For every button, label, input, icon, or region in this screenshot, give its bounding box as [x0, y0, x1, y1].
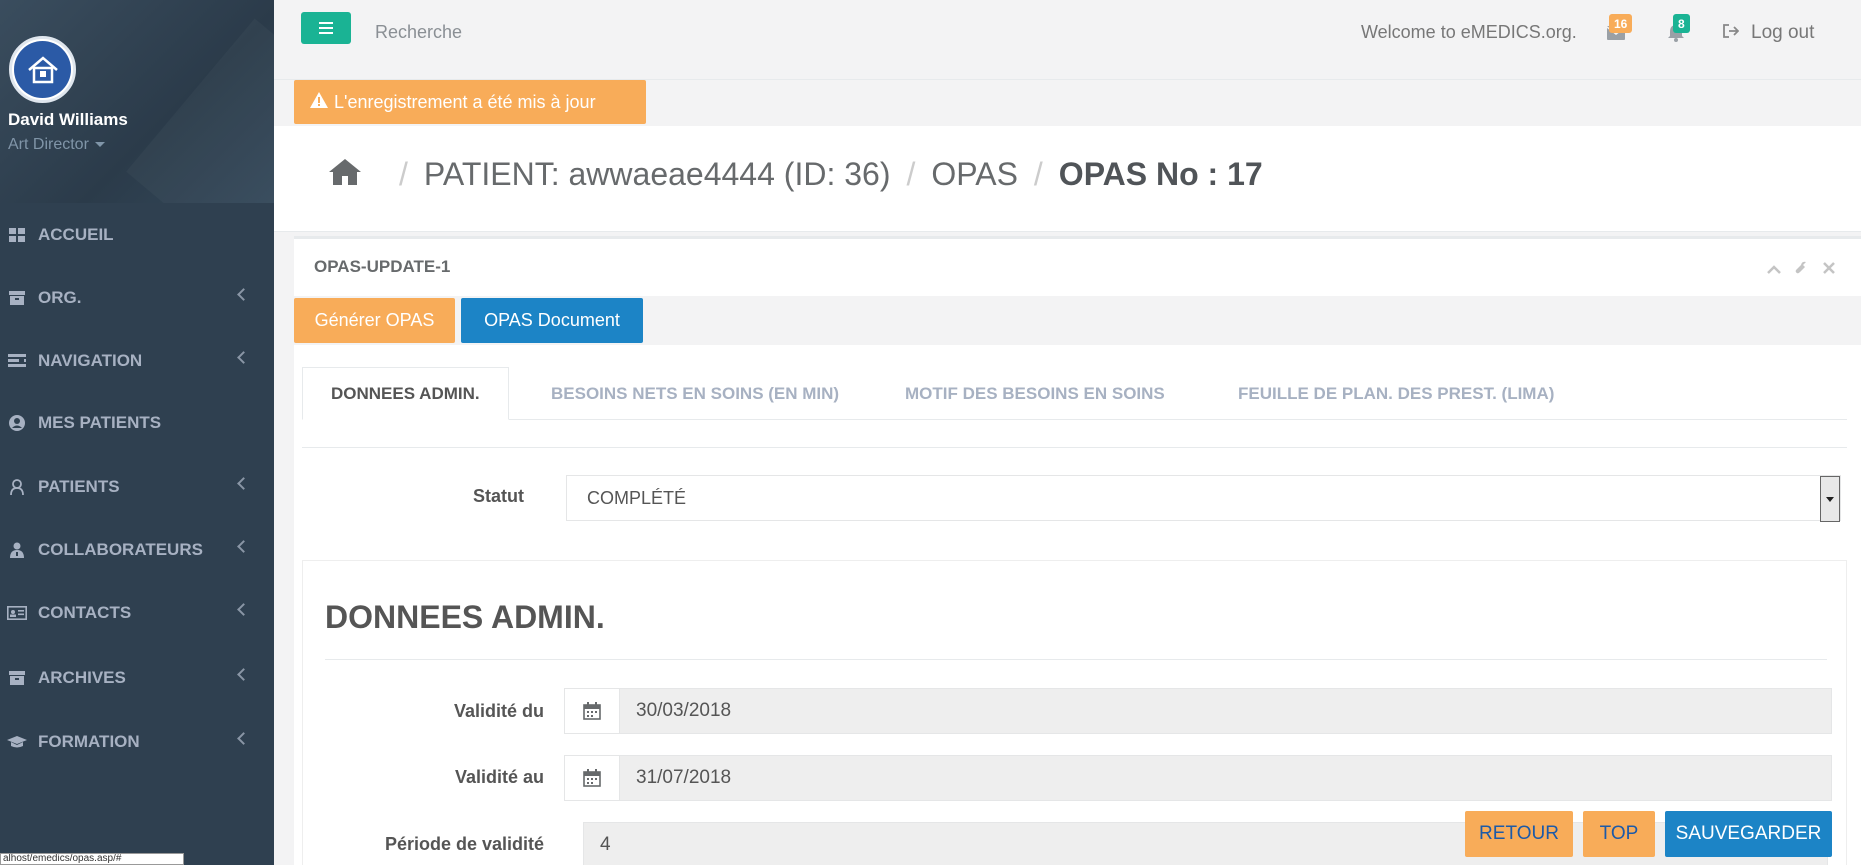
chevron-left-icon [237, 288, 250, 301]
breadcrumb-current: OPAS No : 17 [1058, 156, 1263, 192]
profile-role-dropdown[interactable]: Art Director [8, 136, 105, 154]
logout-label: Log out [1751, 22, 1815, 43]
bars-icon [319, 22, 333, 34]
generate-opas-button[interactable]: Générer OPAS [294, 298, 455, 343]
breadcrumb-separator: / [1033, 156, 1043, 192]
panel-header: OPAS-UPDATE-1 [294, 236, 1861, 296]
breadcrumb-separator: / [906, 156, 916, 192]
sidebar-item-formation[interactable]: FORMATION [0, 717, 274, 767]
divider [325, 659, 1827, 660]
status-select-value: COMPLÉTÉ [587, 487, 687, 508]
chevron-left-icon [237, 351, 250, 364]
house-logo-icon [27, 55, 58, 83]
logout-link[interactable]: Log out [1723, 22, 1814, 44]
chevron-left-icon [237, 603, 250, 616]
sidebar-item-navigation[interactable]: NAVIGATION [0, 336, 274, 386]
chevron-left-icon [237, 732, 250, 745]
chevron-left-icon [237, 477, 250, 490]
archive-icon [6, 671, 28, 685]
alert-text: L'enregistrement a été mis à jour [334, 91, 596, 112]
section-title: DONNEES ADMIN. [325, 599, 605, 635]
calendar-icon[interactable] [565, 756, 620, 800]
graduation-cap-icon [6, 735, 28, 749]
search-input[interactable]: Recherche [375, 22, 462, 43]
valid-from-label: Validité du [453, 701, 544, 721]
panel-title: OPAS-UPDATE-1 [314, 257, 451, 276]
valid-to-value[interactable]: 31/07/2018 [620, 756, 1831, 800]
valid-from-value[interactable]: 30/03/2018 [620, 689, 1831, 733]
home-icon[interactable] [329, 156, 361, 193]
sidebar-item-accueil[interactable]: ACCUEIL [0, 210, 274, 260]
breadcrumb-section[interactable]: OPAS [931, 156, 1018, 193]
sign-out-icon [1723, 22, 1740, 44]
breadcrumb-patient[interactable]: PATIENT: awwaeae4444 (ID: 36) [424, 156, 891, 193]
valid-to-label: Validité au [454, 767, 544, 787]
tab-besoins-nets[interactable]: BESOINS NETS EN SOINS (EN MIN) [551, 367, 839, 420]
sidebar-item-label: CONTACTS [38, 603, 132, 622]
breadcrumb-separator: / [399, 156, 408, 192]
opas-document-button[interactable]: OPAS Document [461, 298, 643, 343]
menu-toggle-button[interactable] [301, 12, 351, 44]
status-select[interactable]: COMPLÉTÉ [566, 475, 1841, 522]
valid-from-field[interactable]: 30/03/2018 [564, 688, 1832, 734]
sidebar-item-collaborateurs[interactable]: COLLABORATEURS [0, 525, 274, 575]
warning-icon [310, 91, 328, 113]
divider [302, 447, 1847, 448]
back-button[interactable]: RETOUR [1465, 811, 1573, 857]
avatar[interactable] [9, 36, 76, 103]
sidebar-item-org[interactable]: ORG. [0, 273, 274, 323]
caret-down-icon [94, 142, 105, 148]
sidebar-item-patients[interactable]: PATIENTS [0, 462, 274, 512]
sidebar-item-label: FORMATION [38, 732, 140, 751]
sidebar-item-label: COLLABORATEURS [38, 540, 203, 559]
profile-name: David Williams [8, 110, 128, 129]
top-navbar: Recherche Welcome to eMEDICS.org. 16 8 L… [274, 0, 1861, 80]
tasks-icon [6, 354, 28, 368]
archive-icon [6, 291, 28, 305]
status-label: Statut [473, 486, 524, 506]
profile-role-label: Art Director [8, 136, 89, 153]
welcome-text: Welcome to eMEDICS.org. [1361, 22, 1577, 42]
wrench-icon[interactable] [1795, 261, 1809, 280]
update-alert: L'enregistrement a été mis à jour [294, 80, 646, 124]
sidebar-item-label: ACCUEIL [38, 225, 114, 244]
page-heading: / PATIENT: awwaeae4444 (ID: 36) / OPAS /… [274, 126, 1861, 232]
profile-panel: David Williams Art Director [0, 0, 274, 203]
breadcrumb: / PATIENT: awwaeae4444 (ID: 36) / OPAS /… [329, 156, 1263, 193]
sidebar-item-contacts[interactable]: CONTACTS [0, 588, 274, 638]
tab-feuille-plan[interactable]: FEUILLE DE PLAN. DES PREST. (LIMA) [1238, 367, 1554, 420]
top-button[interactable]: TOP [1583, 811, 1655, 857]
tab-bar: DONNEES ADMIN. BESOINS NETS EN SOINS (EN… [302, 367, 1847, 420]
sidebar-item-archives[interactable]: ARCHIVES [0, 653, 274, 703]
chevron-left-icon [237, 668, 250, 681]
sidebar: David Williams Art Director ACCUEIL ORG.… [0, 0, 274, 865]
panel-content: DONNEES ADMIN. BESOINS NETS EN SOINS (EN… [294, 345, 1861, 865]
save-button[interactable]: SAUVEGARDER [1665, 811, 1832, 857]
panel-tools [1767, 261, 1835, 280]
dropdown-arrow-icon[interactable] [1820, 476, 1840, 522]
notifications-count-badge: 8 [1673, 14, 1690, 33]
tab-motif-besoins[interactable]: MOTIF DES BESOINS EN SOINS [905, 367, 1165, 420]
th-large-icon [6, 228, 28, 242]
chevron-left-icon [237, 540, 250, 553]
close-icon[interactable] [1823, 261, 1835, 280]
messages-count-badge: 16 [1609, 14, 1633, 33]
validity-period-label: Période de validité [384, 834, 544, 854]
valid-to-field[interactable]: 31/07/2018 [564, 755, 1832, 801]
sidebar-item-mes-patients[interactable]: MES PATIENTS [0, 398, 274, 448]
sidebar-item-label: NAVIGATION [38, 351, 143, 370]
chevron-up-icon[interactable] [1767, 261, 1781, 280]
address-card-icon [6, 606, 28, 620]
sidebar-item-label: MES PATIENTS [38, 413, 162, 432]
calendar-icon[interactable] [565, 689, 620, 733]
user-md-icon [6, 542, 28, 558]
status-bar-url: alhost/emedics/opas.asp/# [0, 853, 184, 865]
sidebar-item-label: ARCHIVES [38, 668, 126, 687]
sidebar-item-label: PATIENTS [38, 477, 120, 496]
sidebar-item-label: ORG. [38, 288, 82, 307]
tab-donnees-admin[interactable]: DONNEES ADMIN. [302, 367, 509, 420]
user-icon [6, 479, 28, 495]
user-circle-icon [6, 415, 28, 431]
